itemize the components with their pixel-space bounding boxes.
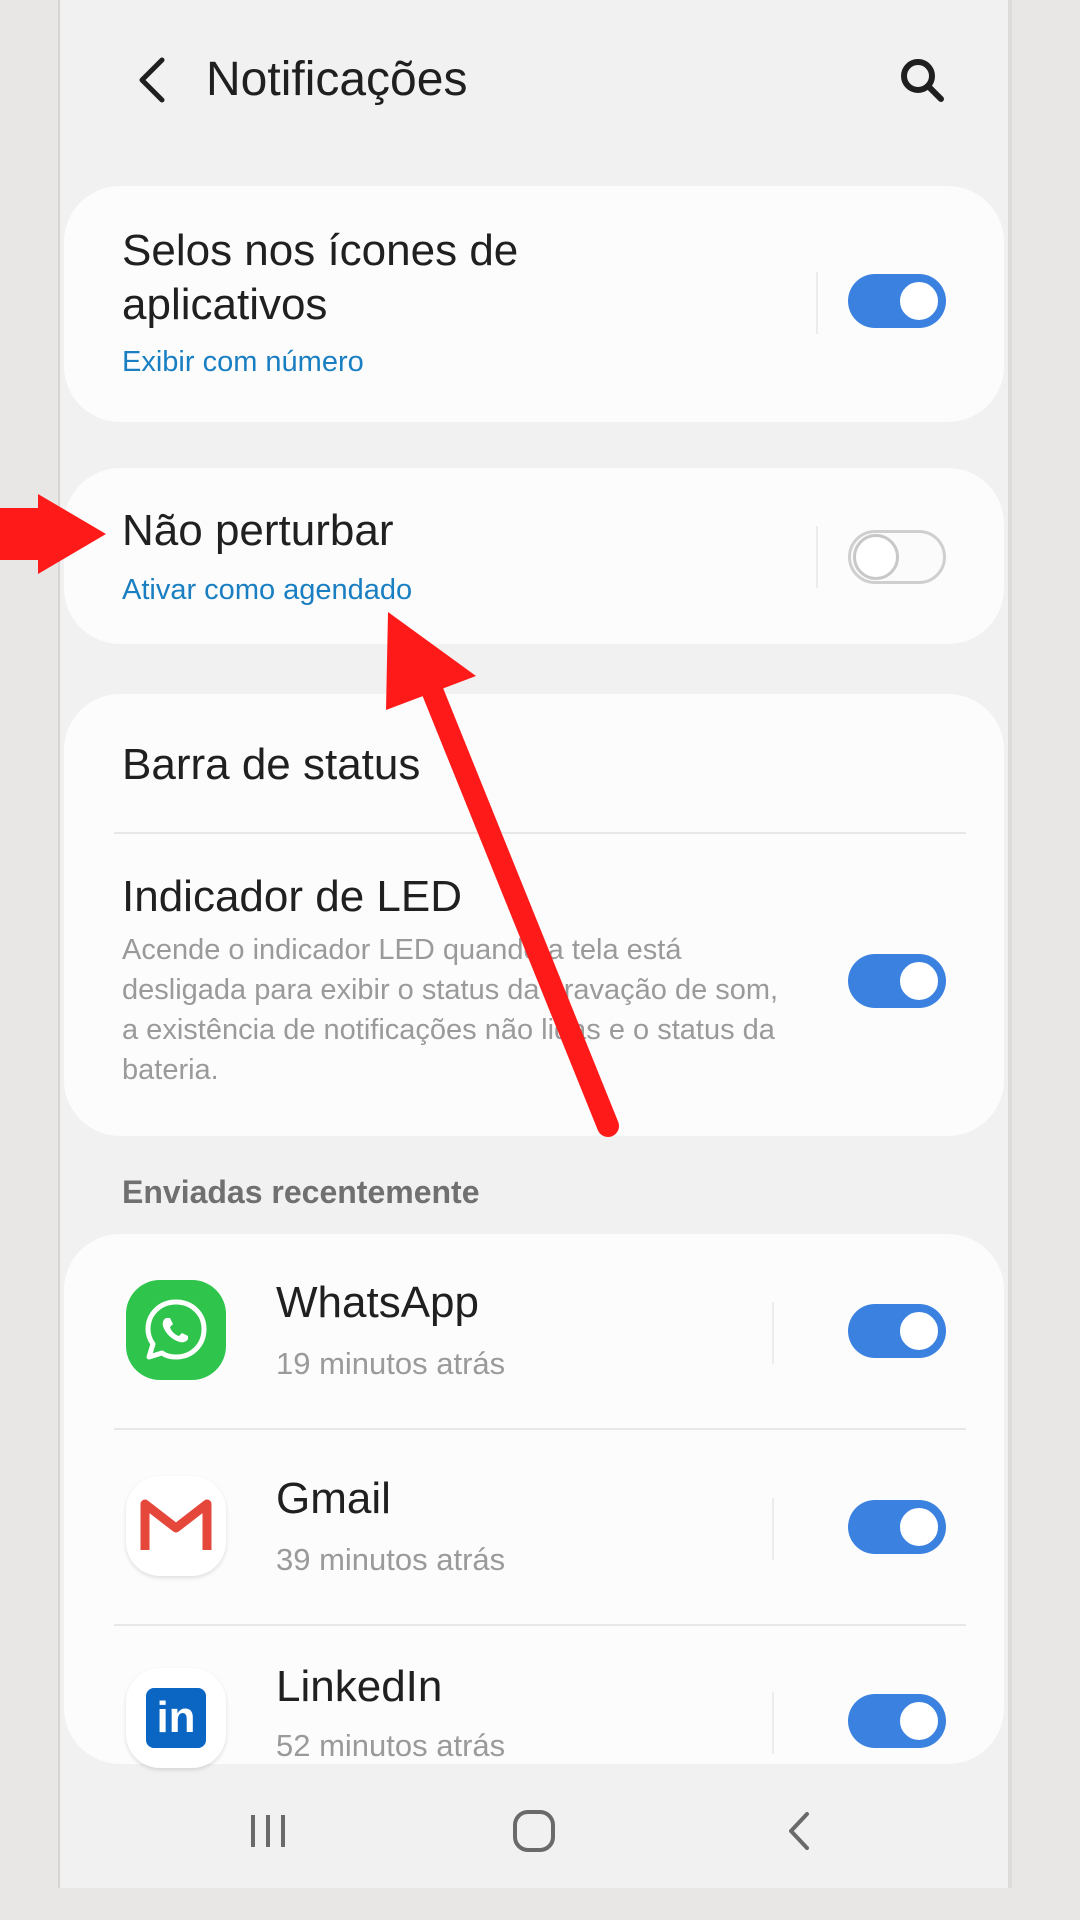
do-not-disturb-setting[interactable]: Não perturbar Ativar como agendado — [64, 468, 1004, 644]
list-item-whatsapp[interactable]: WhatsApp 19 minutos atrás — [64, 1234, 1004, 1428]
recent-apps-icon — [251, 1815, 285, 1847]
status-led-card: Barra de status Indicador de LED Acende … — [64, 694, 1004, 1136]
dnd-toggle[interactable] — [848, 530, 946, 584]
home-button[interactable] — [494, 1796, 574, 1866]
chevron-left-icon — [139, 57, 165, 103]
search-icon — [901, 59, 944, 102]
divider — [816, 526, 818, 588]
toggle-knob — [853, 534, 899, 580]
home-icon — [513, 1810, 555, 1852]
top-app-bar: Notificações — [60, 0, 1008, 160]
linkedin-icon: in — [126, 1668, 226, 1768]
list-item-gmail[interactable]: Gmail 39 minutos atrás — [64, 1430, 1004, 1624]
gmail-toggle[interactable] — [848, 1500, 946, 1554]
toggle-knob — [896, 278, 942, 324]
gmail-glyph — [140, 1499, 212, 1550]
app-time: 19 minutos atrás — [276, 1346, 506, 1381]
led-indicator-setting[interactable]: Indicador de LED Acende o indicador LED … — [64, 834, 1004, 1134]
status-bar-title: Barra de status — [122, 740, 421, 789]
back-button[interactable] — [120, 48, 184, 112]
search-button[interactable] — [890, 48, 954, 112]
linkedin-toggle[interactable] — [848, 1694, 946, 1748]
led-title: Indicador de LED — [122, 872, 462, 921]
app-name: Gmail — [276, 1474, 391, 1523]
app-time: 39 minutos atrás — [276, 1542, 506, 1577]
badges-title: Selos nos ícones de aplicativos — [122, 226, 519, 329]
gmail-icon — [126, 1476, 226, 1576]
whatsapp-icon — [126, 1280, 226, 1380]
back-icon — [789, 1812, 809, 1850]
app-time: 52 minutos atrás — [276, 1728, 506, 1763]
page-title: Notificações — [206, 53, 468, 106]
badges-subtitle: Exibir com número — [122, 346, 364, 378]
led-toggle[interactable] — [848, 954, 946, 1008]
dnd-title: Não perturbar — [122, 506, 394, 555]
dnd-subtitle: Ativar como agendado — [122, 574, 413, 606]
system-navigation-bar — [60, 1774, 1008, 1888]
toggle-knob — [896, 1504, 942, 1550]
linkedin-glyph: in — [146, 1688, 206, 1748]
divider — [772, 1302, 774, 1364]
list-item-linkedin[interactable]: in LinkedIn 52 minutos atrás — [64, 1626, 1004, 1768]
divider — [772, 1498, 774, 1560]
divider — [816, 272, 818, 334]
toggle-knob — [896, 1308, 942, 1354]
divider — [772, 1692, 774, 1754]
section-label-recent: Enviadas recentemente — [122, 1174, 480, 1210]
badges-toggle[interactable] — [848, 274, 946, 328]
status-bar-setting[interactable]: Barra de status — [64, 694, 1004, 832]
whatsapp-glyph — [145, 1299, 207, 1360]
led-description: Acende o indicador LED quando a tela est… — [122, 934, 779, 1086]
app-name: LinkedIn — [276, 1662, 443, 1711]
toggle-knob — [896, 1698, 942, 1744]
app-name: WhatsApp — [276, 1278, 479, 1327]
nav-back-button[interactable] — [760, 1796, 840, 1866]
badges-setting[interactable]: Selos nos ícones de aplicativos Exibir c… — [64, 186, 1004, 422]
recent-apps-button[interactable] — [228, 1796, 308, 1866]
notification-settings-screen: Notificações Selos nos ícones de aplicat… — [60, 0, 1008, 1888]
whatsapp-toggle[interactable] — [848, 1304, 946, 1358]
recent-apps-card: WhatsApp 19 minutos atrás Gmail 39 minut… — [64, 1234, 1004, 1768]
toggle-knob — [896, 958, 942, 1004]
